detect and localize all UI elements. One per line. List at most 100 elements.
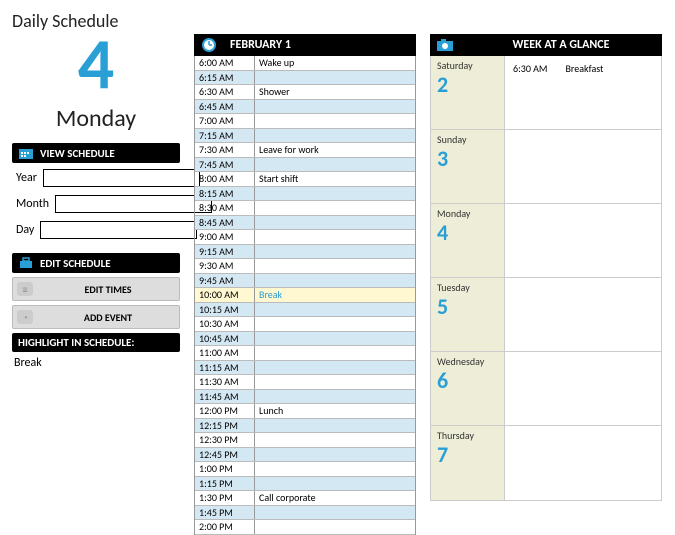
event-cell: Lunch [255,404,415,418]
event-cell [255,129,415,143]
time-cell: 2:00 PM [195,520,255,534]
schedule-row[interactable]: 8:00 AMStart shift [195,172,415,187]
time-cell: 11:30 AM [195,375,255,389]
schedule-row[interactable]: 12:45 PM [195,448,415,463]
week-row[interactable]: Thursday7 [431,426,661,500]
event-cell [255,361,415,375]
week-row[interactable]: Monday4 [431,204,661,278]
schedule-row[interactable]: 10:30 AM [195,317,415,332]
schedule-row[interactable]: 9:45 AM [195,274,415,289]
event-cell [255,375,415,389]
schedule-row[interactable]: 10:15 AM [195,303,415,318]
time-cell: 11:00 AM [195,346,255,360]
schedule-row[interactable]: 8:45 AM [195,216,415,231]
day-input[interactable] [40,221,197,239]
schedule-row[interactable]: 10:45 AM [195,332,415,347]
year-input[interactable] [43,169,200,187]
event-cell [255,303,415,317]
week-day-cell: Saturday2 [431,56,505,129]
event-cell: Call corporate [255,491,415,505]
schedule-row[interactable]: 6:45 AM [195,100,415,115]
schedule-header: FEBRUARY 1 [194,34,416,56]
add-event-label: ADD EVENT [41,311,175,324]
event-cell [255,462,415,476]
time-cell: 11:45 AM [195,390,255,404]
schedule-row[interactable]: 11:30 AM [195,375,415,390]
week-day-number: 2 [437,74,498,96]
event-cell [255,390,415,404]
field-label: Year [16,171,37,185]
month-input[interactable] [55,195,212,213]
schedule-row[interactable]: 9:00 AM [195,230,415,245]
schedule-row[interactable]: 1:30 PMCall corporate [195,491,415,506]
schedule-row[interactable]: 11:15 AM [195,361,415,376]
schedule-row[interactable]: 11:00 AM [195,346,415,361]
event-cell [255,448,415,462]
schedule-row[interactable]: 8:30 AM [195,201,415,216]
time-cell: 10:00 AM [195,288,255,302]
schedule-row[interactable]: 12:15 PM [195,419,415,434]
event-cell [255,187,415,201]
list-icon: ≡ [17,282,33,296]
schedule-row[interactable]: 9:30 AM [195,259,415,274]
event-cell [255,346,415,360]
highlight-value: Break [12,352,180,374]
week-event-cell [505,130,661,203]
week-panel: WEEK AT A GLANCE Saturday26:30 AMBreakfa… [430,34,662,535]
week-row[interactable]: Tuesday5 [431,278,661,352]
time-cell: 9:15 AM [195,245,255,259]
week-day-cell: Wednesday6 [431,352,505,425]
time-cell: 11:15 AM [195,361,255,375]
highlight-label: HIGHLIGHT IN SCHEDULE: [18,336,134,349]
add-event-button[interactable]: ◔ ADD EVENT [12,305,180,329]
week-event-desc: Breakfast [565,62,603,123]
big-day-number: 4 [12,28,180,100]
event-cell: Shower [255,85,415,99]
time-cell: 1:15 PM [195,477,255,491]
schedule-row[interactable]: 7:15 AM [195,129,415,144]
schedule-row[interactable]: 8:15 AM [195,187,415,202]
event-cell [255,332,415,346]
time-cell: 8:00 AM [195,172,255,186]
schedule-row[interactable]: 7:00 AM [195,114,415,129]
schedule-row[interactable]: 9:15 AM [195,245,415,260]
time-cell: 9:00 AM [195,230,255,244]
week-event-cell [505,278,661,351]
event-cell [255,245,415,259]
schedule-row[interactable]: 6:15 AM [195,71,415,86]
edit-times-button[interactable]: ≡ EDIT TIMES [12,277,180,301]
schedule-row[interactable]: 7:30 AMLeave for work [195,143,415,158]
week-row[interactable]: Sunday3 [431,130,661,204]
schedule-row[interactable]: 1:15 PM [195,477,415,492]
week-day-number: 5 [437,296,498,318]
schedule-row[interactable]: 6:00 AMWake up [195,56,415,71]
day-name: Monday [12,104,180,133]
event-cell: Start shift [255,172,415,186]
time-cell: 7:00 AM [195,114,255,128]
schedule-row[interactable]: 12:30 PM [195,433,415,448]
schedule-row[interactable]: 7:45 AM [195,158,415,173]
week-day-cell: Sunday3 [431,130,505,203]
schedule-row[interactable]: 1:00 PM [195,462,415,477]
time-cell: 6:45 AM [195,100,255,114]
schedule-row[interactable]: 1:45 PM [195,506,415,521]
schedule-row[interactable]: 10:00 AMBreak [195,288,415,303]
event-cell: Wake up [255,56,415,70]
view-schedule-bar: VIEW SCHEDULE [12,143,180,163]
schedule-row[interactable]: 11:45 AM [195,390,415,405]
event-cell [255,317,415,331]
week-event-cell [505,426,661,500]
camera-icon [430,38,460,52]
event-cell [255,259,415,273]
schedule-row[interactable]: 6:30 AMShower [195,85,415,100]
time-cell: 8:45 AM [195,216,255,230]
week-row[interactable]: Wednesday6 [431,352,661,426]
clock-icon: ◔ [17,310,33,324]
schedule-row[interactable]: 12:00 PMLunch [195,404,415,419]
week-row[interactable]: Saturday26:30 AMBreakfast [431,56,661,130]
time-cell: 8:30 AM [195,201,255,215]
event-cell [255,419,415,433]
schedule-row[interactable]: 2:00 PM [195,520,415,535]
event-cell [255,114,415,128]
time-cell: 6:00 AM [195,56,255,70]
